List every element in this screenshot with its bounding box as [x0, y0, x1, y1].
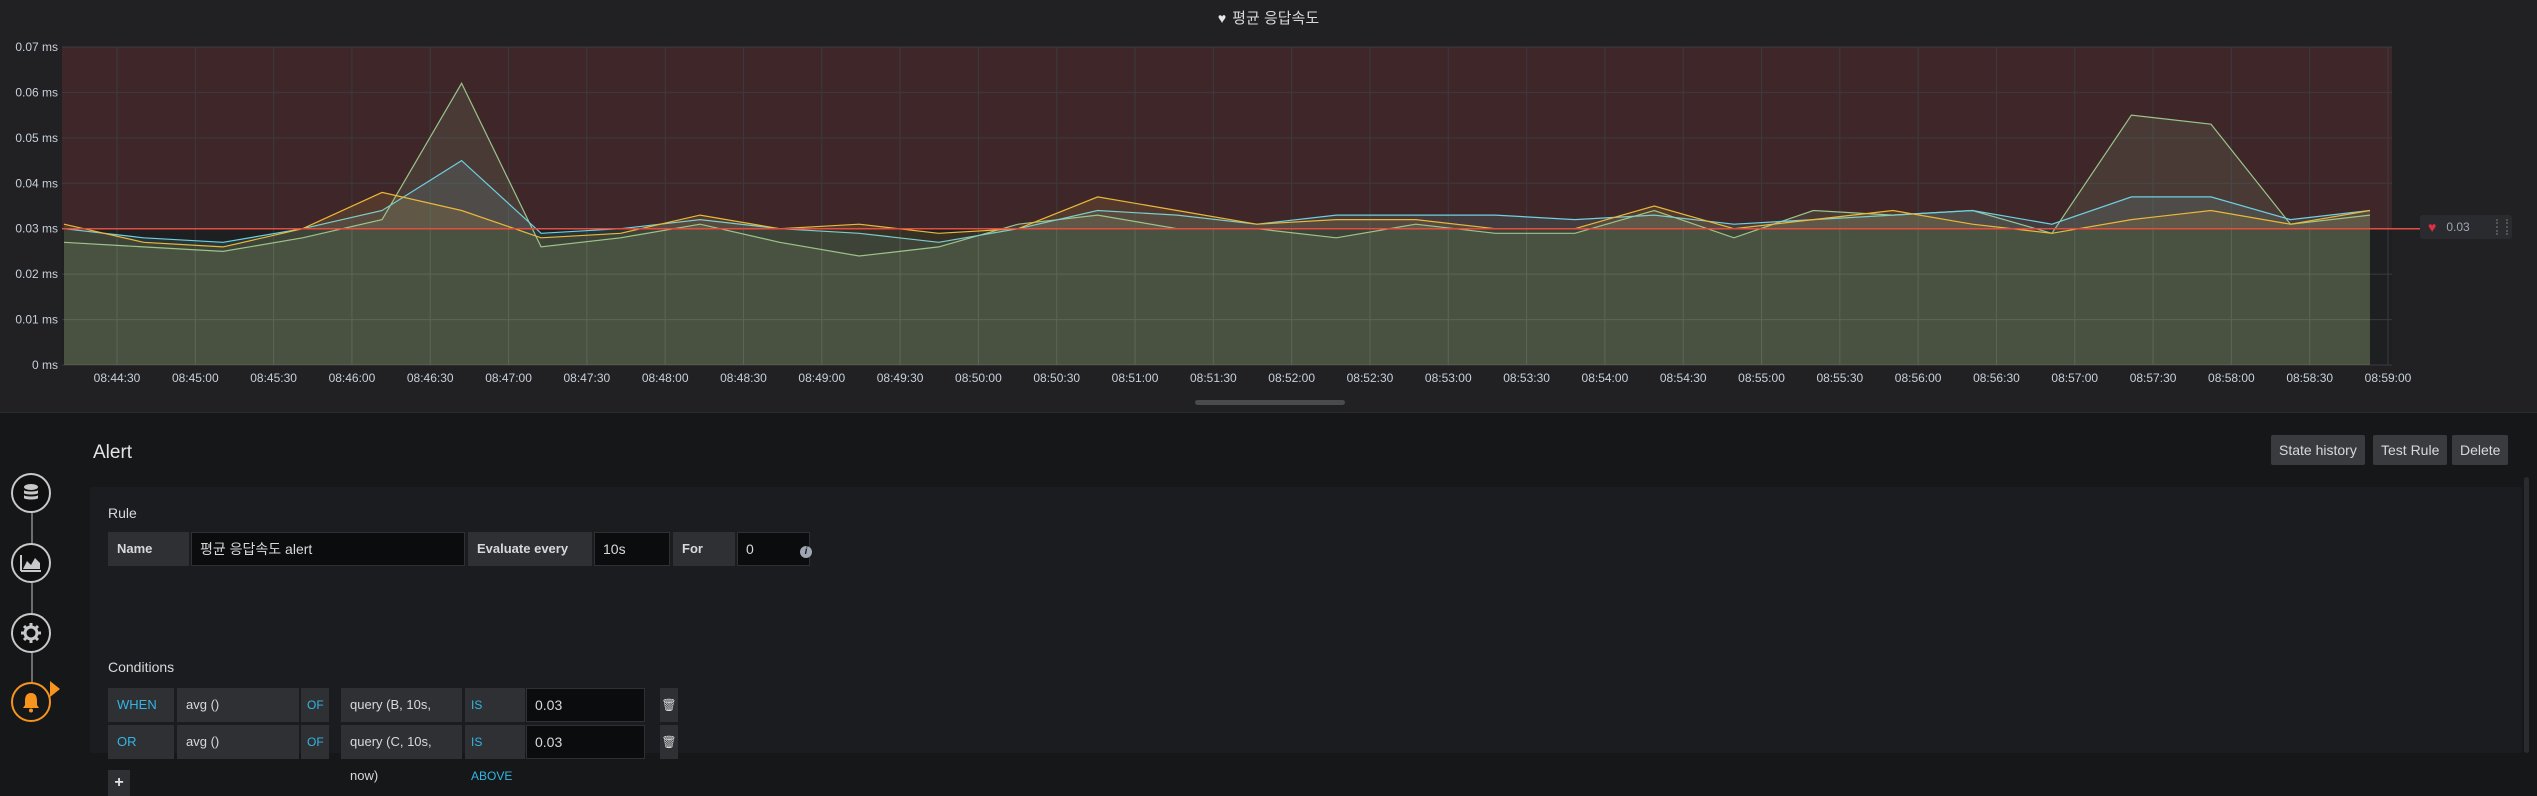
x-tick-label: 08:54:00 [1582, 371, 1629, 385]
x-tick-label: 08:58:30 [2286, 371, 2333, 385]
alert-title: Alert [93, 442, 133, 463]
x-tick-label: 08:51:00 [1112, 371, 1159, 385]
x-tick-label: 08:49:30 [877, 371, 924, 385]
evaluator-type[interactable]: IS ABOVE [465, 688, 525, 746]
drag-grip-icon[interactable] [2496, 219, 2508, 235]
x-tick-label: 08:54:30 [1660, 371, 1707, 385]
sidebar-item-general[interactable] [11, 613, 51, 653]
threshold-input[interactable]: 0.03 [526, 725, 645, 759]
x-tick-label: 08:48:30 [720, 371, 767, 385]
active-indicator-arrow [50, 681, 60, 697]
rule-section-label: Rule [108, 505, 137, 521]
state-history-button[interactable]: State history [2271, 435, 2365, 465]
heart-icon: ♥ [2428, 219, 2437, 235]
chart-icon [20, 555, 41, 572]
evaluator-type[interactable]: IS ABOVE [465, 725, 525, 783]
threshold-value: 0.03 [2446, 220, 2470, 234]
y-tick-label: 0.03 ms [15, 222, 58, 236]
condition-operator[interactable]: WHEN [108, 688, 174, 722]
y-tick-label: 0 ms [32, 358, 58, 372]
x-tick-label: 08:56:30 [1973, 371, 2020, 385]
evaluate-every-input[interactable]: 10s [594, 532, 670, 566]
alert-body: Rule Name 평균 응답속도 alert Evaluate every 1… [90, 487, 2522, 796]
panel-title[interactable]: ♥ 평균 응답속도 [0, 7, 2537, 28]
x-tick-label: 08:56:00 [1895, 371, 1942, 385]
x-tick-label: 08:58:00 [2208, 371, 2255, 385]
x-tick-label: 08:47:00 [485, 371, 532, 385]
response-time-chart: 0 ms 0.01 ms 0.02 ms 0.03 ms 0.04 ms 0.05 ms 0… [15, 40, 2420, 385]
y-tick-label: 0.06 ms [15, 85, 58, 99]
x-tick-label: 08:46:00 [329, 371, 376, 385]
of-keyword: OF [301, 725, 329, 759]
database-icon [24, 484, 38, 500]
x-tick-label: 08:52:00 [1268, 371, 1315, 385]
gear-icon [21, 623, 41, 643]
evaluate-every-label: Evaluate every [468, 532, 592, 566]
x-tick-label: 08:51:30 [1190, 371, 1237, 385]
x-tick-label: 08:53:00 [1425, 371, 1472, 385]
y-tick-label: 0.04 ms [15, 176, 58, 190]
x-tick-label: 08:52:30 [1347, 371, 1394, 385]
panel-resize-handle[interactable] [1195, 400, 1345, 405]
x-tick-label: 08:59:00 [2365, 371, 2412, 385]
threshold-handle[interactable]: ♥ 0.03 [2420, 215, 2512, 239]
graph-panel: 0 ms 0.01 ms 0.02 ms 0.03 ms 0.04 ms 0.05 ms 0… [0, 0, 2537, 413]
query-selector[interactable]: query (B, 10s, now) [341, 688, 462, 746]
y-tick-label: 0.07 ms [15, 40, 58, 54]
x-tick-label: 08:45:30 [250, 371, 297, 385]
reducer-function[interactable]: avg () [177, 725, 299, 759]
vertical-scrollbar[interactable] [2524, 477, 2529, 753]
info-icon[interactable]: i [800, 546, 812, 558]
x-tick-label: 08:55:30 [1816, 371, 1863, 385]
x-tick-label: 08:57:30 [2130, 371, 2177, 385]
x-tick-label: 08:57:00 [2051, 371, 2098, 385]
x-tick-label: 08:48:00 [642, 371, 689, 385]
for-label: For [673, 532, 735, 566]
x-tick-label: 08:50:30 [1033, 371, 1080, 385]
x-tick-label: 08:45:00 [172, 371, 219, 385]
x-tick-label: 08:49:00 [798, 371, 845, 385]
threshold-input[interactable]: 0.03 [526, 688, 645, 722]
panel-title-text: 평균 응답속도 [1232, 10, 1320, 27]
of-keyword: OF [301, 688, 329, 722]
trash-icon[interactable]: 🗑 [660, 725, 678, 759]
heart-icon: ♥ [1217, 10, 1227, 26]
sidebar-item-alert[interactable] [11, 682, 51, 722]
y-tick-label: 0.01 ms [15, 313, 58, 327]
bell-icon [23, 693, 39, 713]
x-tick-label: 08:46:30 [407, 371, 454, 385]
alert-editor: Alert State history Test Rule Delete Rul… [90, 425, 2537, 796]
reducer-function[interactable]: avg () [177, 688, 299, 722]
conditions-section-label: Conditions [108, 659, 175, 675]
name-label: Name [108, 532, 189, 566]
trash-icon[interactable]: 🗑 [660, 688, 678, 722]
rule-name-input[interactable]: 평균 응답속도 alert [191, 532, 465, 566]
sidebar-connector [31, 495, 33, 705]
y-tick-label: 0.05 ms [15, 131, 58, 145]
y-tick-label: 0.02 ms [15, 267, 58, 281]
x-tick-label: 08:47:30 [564, 371, 611, 385]
x-tick-label: 08:44:30 [94, 371, 141, 385]
test-rule-button[interactable]: Test Rule [2373, 435, 2448, 465]
delete-button[interactable]: Delete [2452, 435, 2509, 465]
condition-operator[interactable]: OR [108, 725, 174, 759]
x-tick-label: 08:55:00 [1738, 371, 1785, 385]
add-condition-button[interactable]: + [108, 770, 130, 796]
for-input[interactable]: 0 [737, 532, 810, 566]
editor-sidebar [0, 455, 70, 753]
sidebar-item-queries[interactable] [11, 473, 51, 513]
query-selector[interactable]: query (C, 10s, now) [341, 725, 462, 783]
sidebar-item-visualization[interactable] [11, 543, 51, 583]
x-tick-label: 08:50:00 [955, 371, 1002, 385]
x-tick-label: 08:53:30 [1503, 371, 1550, 385]
